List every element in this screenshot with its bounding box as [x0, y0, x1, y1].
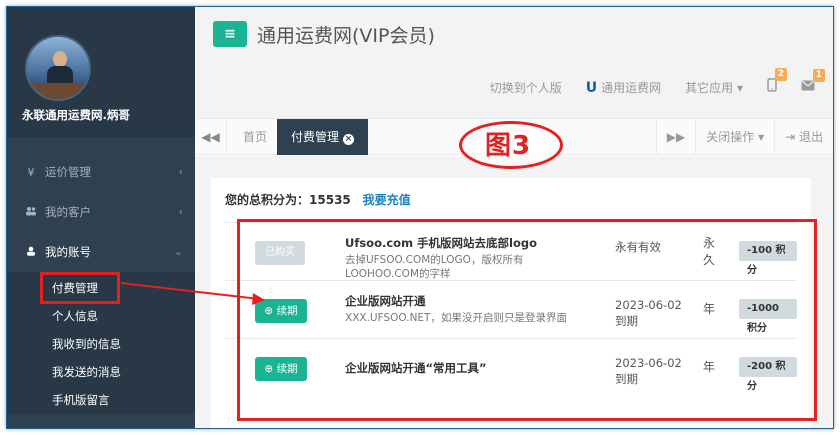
submenu-item-inbox[interactable]: 我收到的信息	[7, 330, 195, 358]
tab-scroll-right-button[interactable]: ▶▶	[655, 119, 695, 155]
mail-notification-button[interactable]: 1	[801, 69, 825, 95]
sidebar-item-label: 运价管理	[45, 165, 91, 179]
recharge-link[interactable]: 我要充值	[363, 193, 411, 207]
submenu-item-mobile-messages[interactable]: 手机版留言	[7, 386, 195, 414]
tab-home[interactable]: 首页	[229, 119, 281, 155]
profile-name[interactable]: 永联通用运费网.炳哥	[22, 107, 130, 123]
avatar[interactable]	[25, 35, 91, 101]
logout-label: 退出	[798, 130, 823, 144]
switch-personal-link[interactable]: 切换到个人版	[490, 79, 562, 96]
brand-link[interactable]: U 通用运费网	[586, 79, 661, 96]
points-summary: 您的总积分为：15535 我要充值	[225, 191, 411, 208]
user-icon	[23, 246, 39, 259]
profile-panel: 永联通用运费网.炳哥	[7, 7, 195, 137]
points-label: 您的总积分为：	[225, 193, 310, 207]
sidebar: 永联通用运费网.炳哥 ¥ 运价管理 ‹ 我的客户 ‹ 我的账号 ⌄ 付费管理 个…	[7, 7, 195, 428]
top-header: ≡ 通用运费网(VIP会员) 切换到个人版 U 通用运费网 其它应用 ▾ 2 1	[195, 7, 833, 119]
annotation-label: 图3	[485, 131, 532, 161]
phone-badge: 2	[774, 68, 787, 81]
other-apps-label: 其它应用	[685, 80, 734, 95]
sidebar-item-freight[interactable]: ¥ 运价管理 ‹	[7, 152, 195, 192]
chevron-down-icon: ⌄	[173, 245, 183, 258]
logout-button[interactable]: ⇥ 退出	[774, 119, 833, 155]
close-ops-label: 关闭操作	[706, 130, 755, 144]
users-icon	[23, 206, 39, 219]
sidebar-item-label: 我的账号	[45, 245, 91, 259]
page-title: 通用运费网(VIP会员)	[257, 25, 435, 47]
sidebar-item-customers[interactable]: 我的客户 ‹	[7, 192, 195, 232]
points-value: 15535	[309, 193, 351, 207]
sidebar-item-account[interactable]: 我的账号 ⌄	[7, 232, 195, 272]
brand-link-label: 通用运费网	[601, 80, 662, 95]
chevron-left-icon: ‹	[178, 165, 183, 178]
brand-logo-icon: U	[585, 79, 598, 96]
tab-scroll-left-button[interactable]: ◀◀	[195, 119, 227, 155]
tab-actions: ▶▶ 关闭操作 ▾ ⇥ 退出	[655, 119, 833, 155]
annotation-box	[40, 272, 120, 304]
sidebar-item-label: 我的客户	[45, 205, 91, 219]
sidebar-menu: ¥ 运价管理 ‹ 我的客户 ‹ 我的账号 ⌄ 付费管理 个人信息 我收到的信息 …	[7, 152, 195, 414]
submenu-item-sent[interactable]: 我发送的消息	[7, 358, 195, 386]
chevron-left-icon: ‹	[178, 205, 183, 218]
annotation-box-main	[237, 219, 817, 421]
menu-toggle-button[interactable]: ≡	[213, 21, 247, 47]
app-window: 永联通用运费网.炳哥 ¥ 运价管理 ‹ 我的客户 ‹ 我的账号 ⌄ 付费管理 个…	[6, 6, 834, 429]
account-submenu: 付费管理 个人信息 我收到的信息 我发送的消息 手机版留言	[7, 272, 195, 414]
tab-payment[interactable]: 付费管理 ×	[277, 119, 369, 155]
mail-badge: 1	[812, 69, 825, 82]
close-icon[interactable]: ×	[343, 134, 355, 145]
phone-notification-button[interactable]: 2	[767, 68, 787, 96]
close-ops-dropdown[interactable]: 关闭操作 ▾	[695, 119, 774, 155]
logout-icon: ⇥	[785, 130, 796, 144]
yen-icon: ¥	[27, 165, 35, 179]
top-links: 切换到个人版 U 通用运费网 其它应用 ▾ 2 1	[490, 68, 833, 99]
other-apps-dropdown[interactable]: 其它应用 ▾	[685, 79, 743, 96]
caret-down-icon: ▾	[736, 80, 743, 95]
tab-label: 付费管理	[291, 130, 340, 144]
submenu-item-payment[interactable]: 付费管理	[7, 272, 195, 304]
submenu-item-profile[interactable]: 个人信息	[7, 302, 195, 330]
